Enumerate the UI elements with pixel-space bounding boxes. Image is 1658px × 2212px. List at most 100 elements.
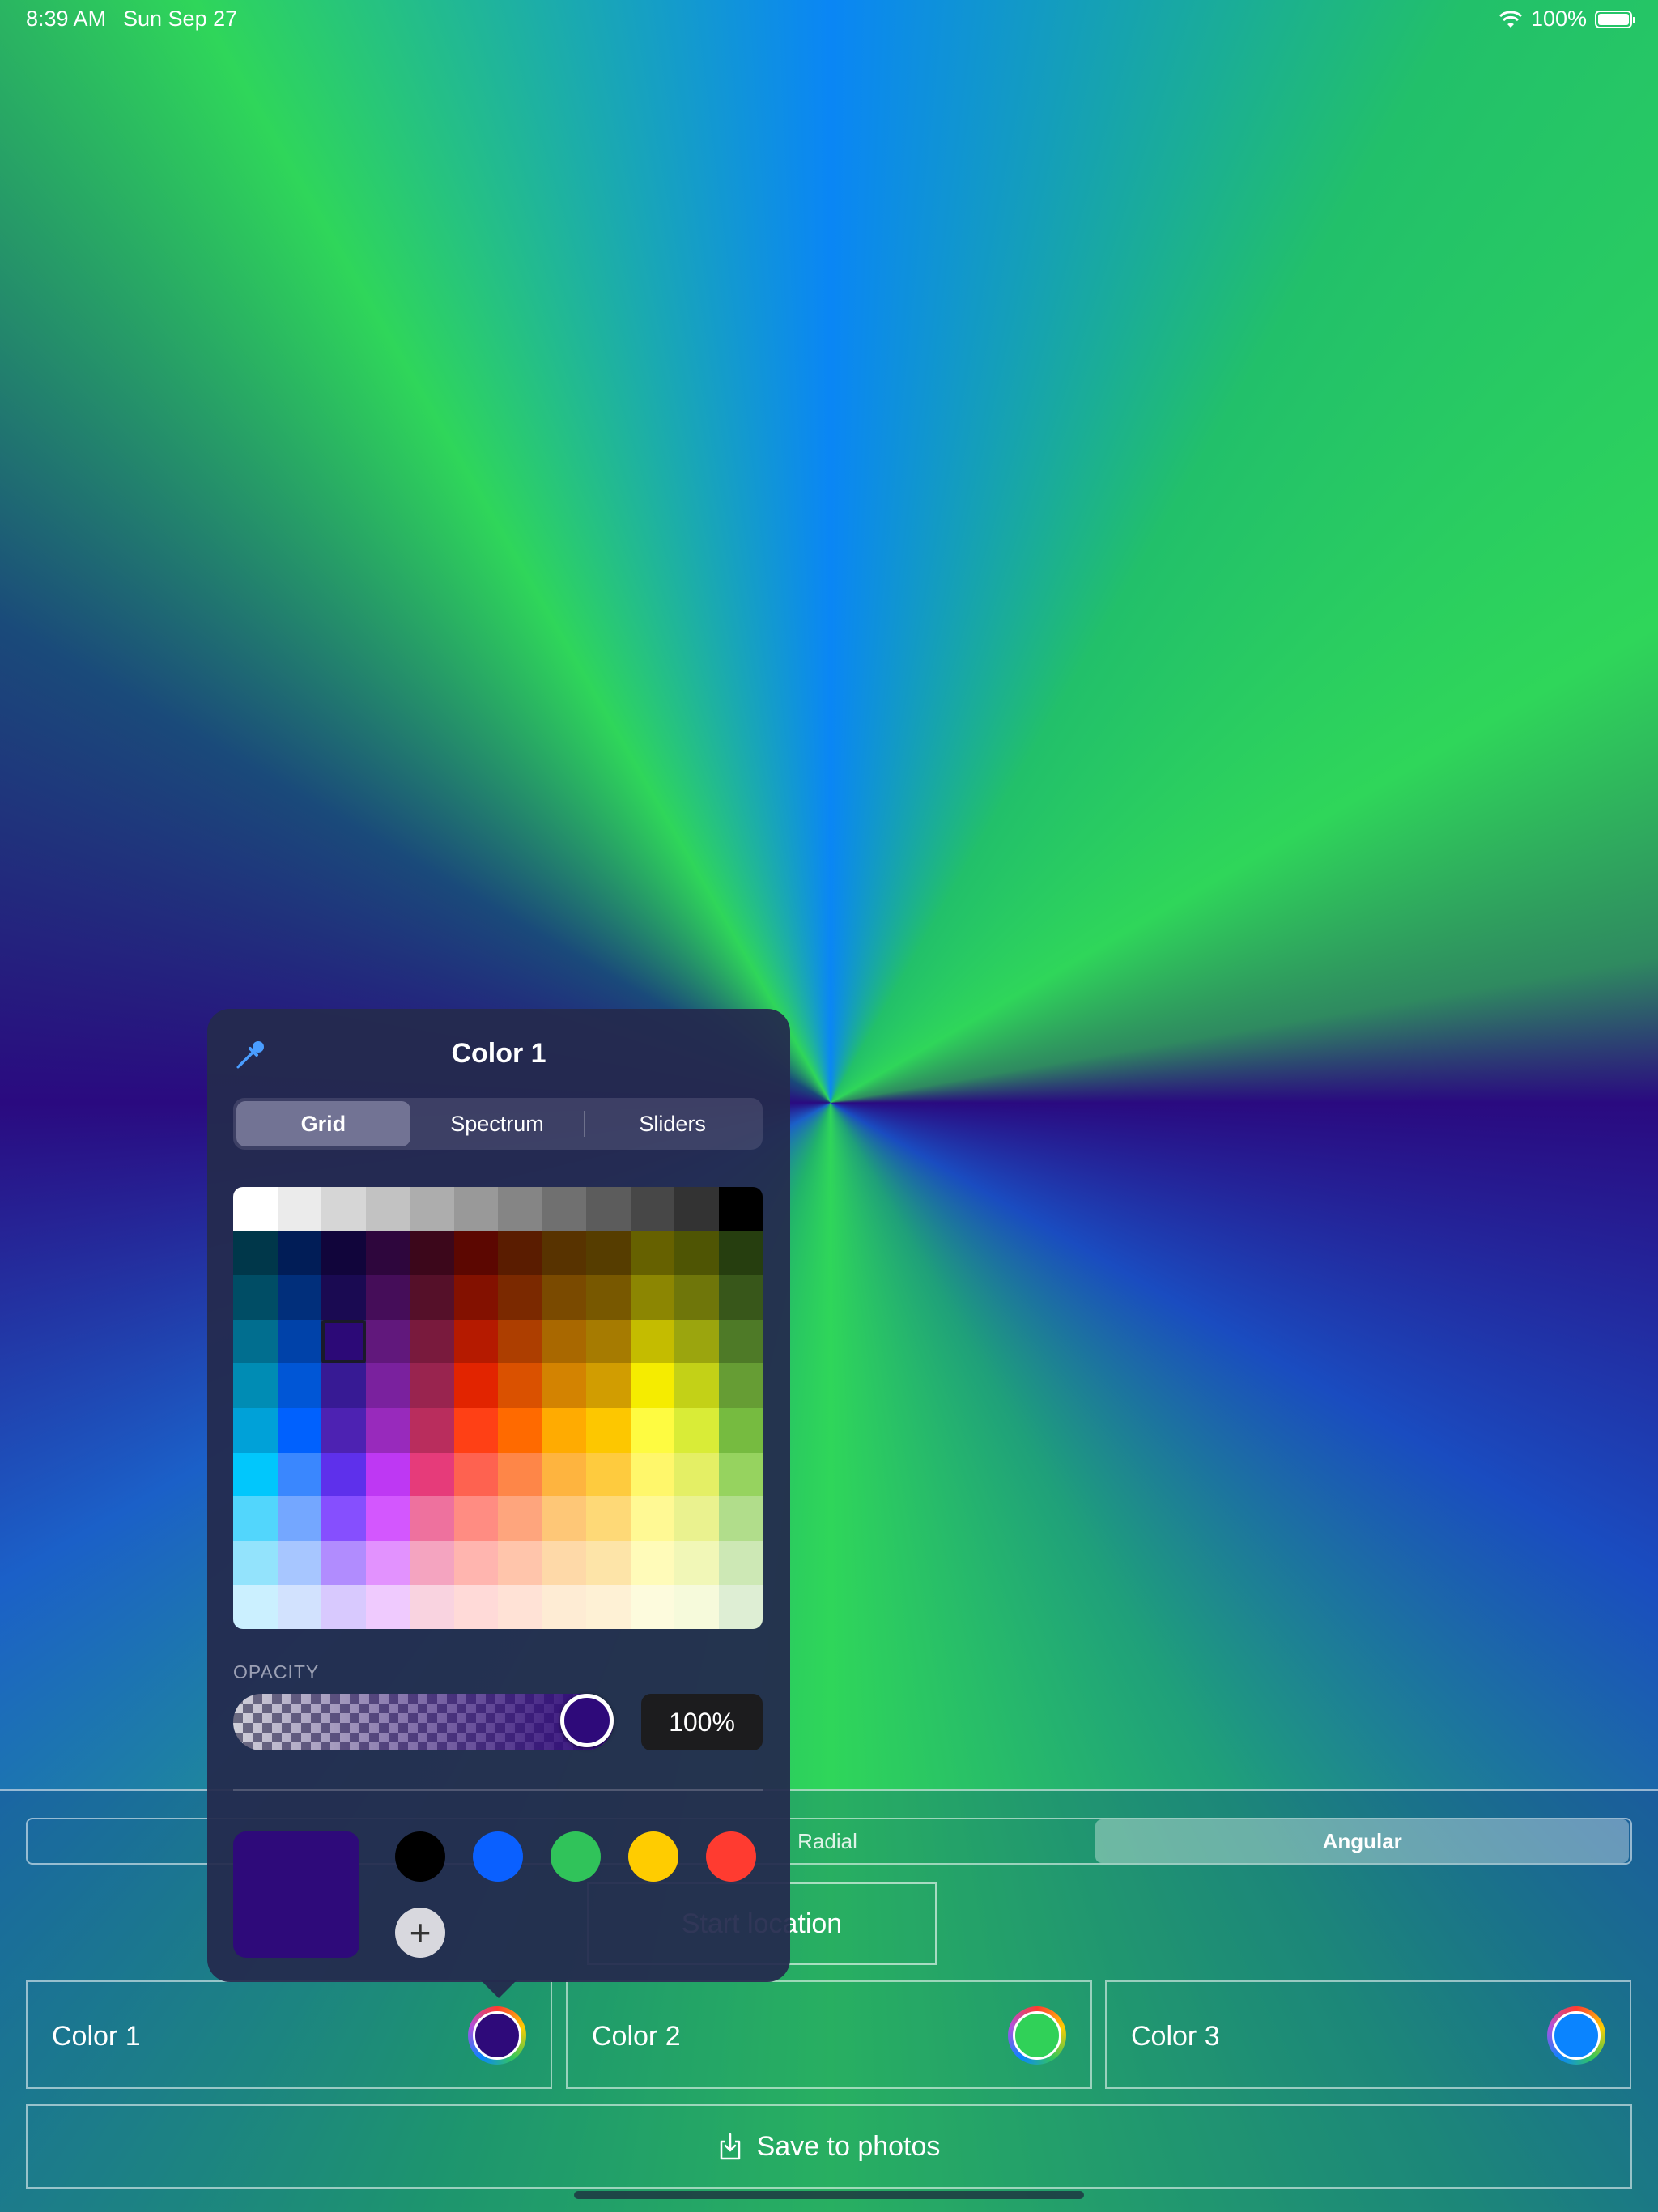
grid-color-cell[interactable] bbox=[718, 1319, 763, 1364]
color-3-well[interactable] bbox=[1547, 2006, 1605, 2065]
grid-color-cell[interactable] bbox=[365, 1275, 410, 1320]
grid-color-cell[interactable] bbox=[453, 1275, 498, 1320]
color-2-well[interactable] bbox=[1008, 2006, 1066, 2065]
grid-color-cell[interactable] bbox=[718, 1275, 763, 1320]
grid-color-cell[interactable] bbox=[453, 1319, 498, 1364]
opacity-slider-thumb[interactable] bbox=[560, 1694, 614, 1747]
save-to-photos-button[interactable]: Save to photos bbox=[26, 2104, 1632, 2189]
grid-color-cell[interactable] bbox=[365, 1363, 410, 1408]
grid-color-cell[interactable] bbox=[410, 1407, 454, 1453]
grid-color-cell[interactable] bbox=[277, 1187, 321, 1231]
grid-color-cell[interactable] bbox=[674, 1496, 719, 1541]
favorite-yellow-swatch[interactable] bbox=[628, 1831, 678, 1882]
grid-color-cell[interactable] bbox=[321, 1231, 366, 1276]
grid-color-cell[interactable] bbox=[233, 1275, 278, 1320]
segment-angular[interactable]: Angular bbox=[1095, 1819, 1630, 1863]
grid-color-cell[interactable] bbox=[586, 1540, 631, 1585]
grid-color-cell[interactable] bbox=[410, 1540, 454, 1585]
grid-color-cell[interactable] bbox=[453, 1585, 498, 1629]
tab-grid[interactable]: Grid bbox=[236, 1101, 410, 1146]
grid-color-cell[interactable] bbox=[365, 1496, 410, 1541]
grid-color-cell[interactable] bbox=[586, 1319, 631, 1364]
grid-color-cell[interactable] bbox=[453, 1363, 498, 1408]
grid-color-cell[interactable] bbox=[542, 1187, 586, 1231]
grid-color-cell[interactable] bbox=[321, 1319, 366, 1364]
grid-color-cell[interactable] bbox=[321, 1496, 366, 1541]
grid-color-cell[interactable] bbox=[586, 1231, 631, 1276]
grid-color-cell[interactable] bbox=[674, 1275, 719, 1320]
grid-color-cell[interactable] bbox=[233, 1363, 278, 1408]
grid-color-cell[interactable] bbox=[453, 1452, 498, 1497]
grid-color-cell[interactable] bbox=[498, 1407, 542, 1453]
grid-color-cell[interactable] bbox=[630, 1187, 674, 1231]
grid-color-cell[interactable] bbox=[542, 1452, 586, 1497]
grid-color-cell[interactable] bbox=[542, 1275, 586, 1320]
add-favorite-button[interactable]: + bbox=[395, 1908, 445, 1958]
grid-color-cell[interactable] bbox=[542, 1540, 586, 1585]
grid-color-cell[interactable] bbox=[498, 1585, 542, 1629]
grid-color-cell[interactable] bbox=[321, 1540, 366, 1585]
grid-color-cell[interactable] bbox=[277, 1452, 321, 1497]
grid-color-cell[interactable] bbox=[498, 1275, 542, 1320]
grid-color-cell[interactable] bbox=[674, 1363, 719, 1408]
grid-color-cell[interactable] bbox=[453, 1496, 498, 1541]
grid-color-cell[interactable] bbox=[718, 1585, 763, 1629]
favorite-green-swatch[interactable] bbox=[551, 1831, 601, 1882]
grid-color-cell[interactable] bbox=[674, 1407, 719, 1453]
grid-color-cell[interactable] bbox=[542, 1585, 586, 1629]
grid-color-cell[interactable] bbox=[453, 1407, 498, 1453]
grid-color-cell[interactable] bbox=[498, 1363, 542, 1408]
grid-color-cell[interactable] bbox=[718, 1540, 763, 1585]
grid-color-cell[interactable] bbox=[233, 1319, 278, 1364]
tab-sliders[interactable]: Sliders bbox=[585, 1101, 759, 1146]
grid-color-cell[interactable] bbox=[233, 1231, 278, 1276]
grid-color-cell[interactable] bbox=[321, 1363, 366, 1408]
grid-color-cell[interactable] bbox=[630, 1540, 674, 1585]
grid-color-cell[interactable] bbox=[277, 1275, 321, 1320]
grid-color-cell[interactable] bbox=[630, 1452, 674, 1497]
grid-color-cell[interactable] bbox=[233, 1407, 278, 1453]
grid-color-cell[interactable] bbox=[365, 1319, 410, 1364]
grid-color-cell[interactable] bbox=[586, 1452, 631, 1497]
grid-color-cell[interactable] bbox=[321, 1187, 366, 1231]
grid-color-cell[interactable] bbox=[718, 1407, 763, 1453]
grid-color-cell[interactable] bbox=[542, 1407, 586, 1453]
grid-color-cell[interactable] bbox=[586, 1187, 631, 1231]
grid-color-cell[interactable] bbox=[365, 1231, 410, 1276]
grid-color-cell[interactable] bbox=[277, 1231, 321, 1276]
grid-color-cell[interactable] bbox=[674, 1231, 719, 1276]
grid-color-cell[interactable] bbox=[453, 1540, 498, 1585]
grid-color-cell[interactable] bbox=[542, 1231, 586, 1276]
grid-color-cell[interactable] bbox=[630, 1407, 674, 1453]
grid-color-cell[interactable] bbox=[674, 1585, 719, 1629]
grid-color-cell[interactable] bbox=[586, 1407, 631, 1453]
grid-color-cell[interactable] bbox=[586, 1363, 631, 1408]
grid-color-cell[interactable] bbox=[365, 1407, 410, 1453]
grid-color-cell[interactable] bbox=[233, 1540, 278, 1585]
grid-color-cell[interactable] bbox=[718, 1452, 763, 1497]
grid-color-cell[interactable] bbox=[718, 1363, 763, 1408]
grid-color-cell[interactable] bbox=[233, 1585, 278, 1629]
grid-color-cell[interactable] bbox=[674, 1452, 719, 1497]
grid-color-cell[interactable] bbox=[498, 1187, 542, 1231]
grid-color-cell[interactable] bbox=[453, 1231, 498, 1276]
grid-color-cell[interactable] bbox=[277, 1363, 321, 1408]
grid-color-cell[interactable] bbox=[718, 1187, 763, 1231]
grid-color-cell[interactable] bbox=[630, 1319, 674, 1364]
grid-color-cell[interactable] bbox=[277, 1496, 321, 1541]
grid-color-cell[interactable] bbox=[542, 1496, 586, 1541]
grid-color-cell[interactable] bbox=[630, 1231, 674, 1276]
grid-color-cell[interactable] bbox=[365, 1540, 410, 1585]
grid-color-cell[interactable] bbox=[630, 1496, 674, 1541]
tab-spectrum[interactable]: Spectrum bbox=[410, 1101, 585, 1146]
grid-color-cell[interactable] bbox=[233, 1452, 278, 1497]
grid-color-cell[interactable] bbox=[586, 1496, 631, 1541]
grid-color-cell[interactable] bbox=[233, 1187, 278, 1231]
grid-color-cell[interactable] bbox=[410, 1231, 454, 1276]
grid-color-cell[interactable] bbox=[410, 1187, 454, 1231]
grid-color-cell[interactable] bbox=[321, 1275, 366, 1320]
grid-color-cell[interactable] bbox=[498, 1496, 542, 1541]
grid-color-cell[interactable] bbox=[321, 1452, 366, 1497]
grid-color-cell[interactable] bbox=[410, 1363, 454, 1408]
grid-color-cell[interactable] bbox=[365, 1452, 410, 1497]
